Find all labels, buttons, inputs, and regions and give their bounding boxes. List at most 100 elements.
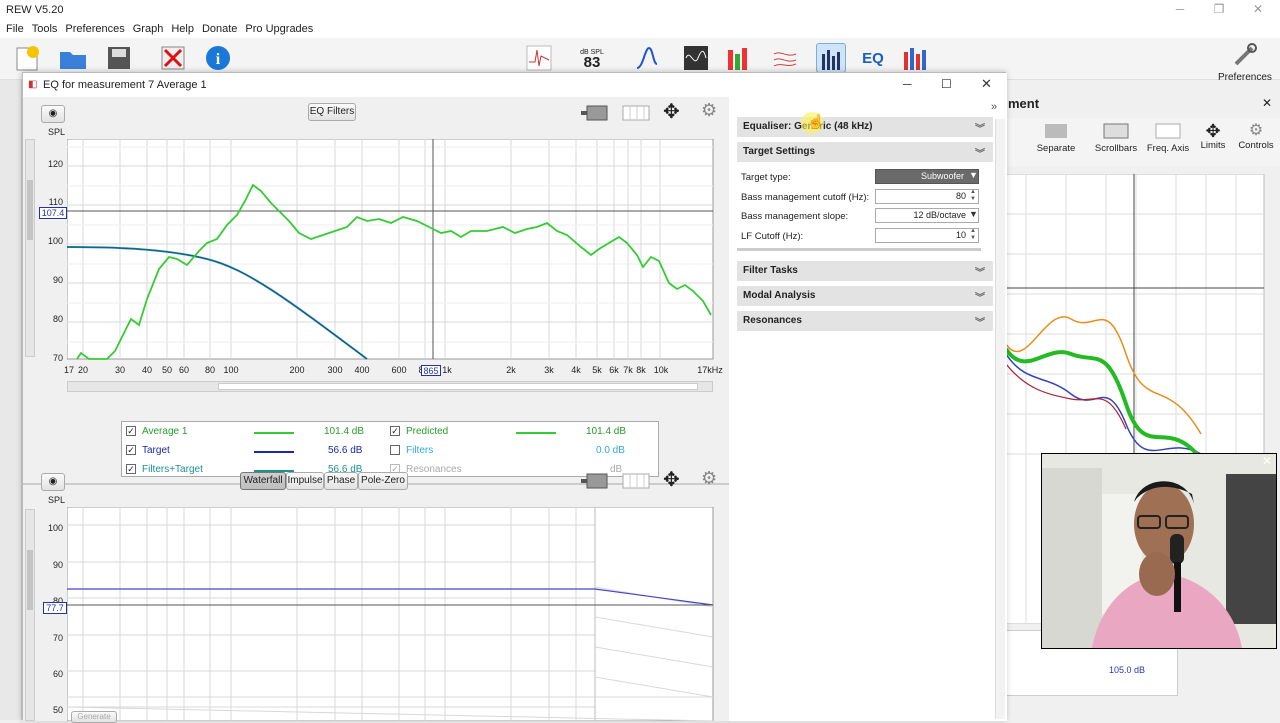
lf-cutoff-input[interactable]: 10 — [875, 228, 979, 243]
upper-vertical-scrollbar[interactable] — [25, 139, 35, 357]
y-tick-100: 100 — [47, 236, 63, 246]
webcam-overlay: ✕ — [1041, 453, 1277, 649]
eq-minimize-button[interactable]: ─ — [903, 77, 912, 91]
legend-checkbox-target[interactable]: ✓ — [126, 445, 136, 455]
overlay-icon[interactable] — [770, 43, 800, 73]
webcam-close-icon[interactable]: ✕ — [1262, 454, 1272, 468]
bass-management-cutoff-spinner-icon[interactable]: ▲ ▼ — [970, 189, 976, 203]
background-window-title: ment — [1008, 96, 1040, 111]
legend-name-target: Target — [142, 445, 170, 456]
room-sim-icon[interactable] — [899, 43, 929, 73]
menu-donate[interactable]: Donate — [198, 20, 241, 38]
legend-checkbox-filters[interactable] — [390, 445, 400, 455]
lower-camera-icon[interactable]: ◉ — [41, 473, 65, 491]
y-tick-110: 110 — [48, 197, 63, 207]
tab-impulse[interactable]: Impulse — [286, 472, 324, 490]
x-tick-600: 600 — [391, 365, 407, 375]
tab-phase[interactable]: Phase — [324, 472, 358, 490]
scrollbars-toggle-icon[interactable] — [581, 103, 613, 123]
eq-curve-icon[interactable] — [632, 43, 662, 73]
legend-checkbox-predicted[interactable]: ✓ — [390, 426, 400, 436]
impulse-icon[interactable] — [524, 43, 554, 73]
lower-scrollbars-toggle-icon[interactable] — [581, 471, 613, 491]
graph-settings-gear-icon[interactable]: ⚙ — [701, 100, 717, 121]
legend-name-filters: Filters — [406, 445, 434, 456]
legend-checkbox-filters-target[interactable]: ✓ — [126, 464, 136, 474]
eq-maximize-button[interactable]: ☐ — [941, 77, 952, 91]
freq-axis-button[interactable]: Freq. Axis — [1146, 122, 1190, 154]
eq-filters-button[interactable]: EQ Filters — [308, 103, 356, 121]
eq-close-button[interactable]: ✕ — [981, 76, 992, 92]
scrollbars-button[interactable]: Scrollbars — [1094, 122, 1138, 154]
upper-horizontal-scrollbar[interactable] — [67, 381, 713, 392]
bass-management-slope-dropdown-icon[interactable]: ▼ — [969, 209, 978, 219]
waterfall-icon[interactable] — [816, 43, 846, 73]
maximize-button[interactable]: ❐ — [1209, 2, 1229, 18]
menu-pro-upgrades[interactable]: Pro Upgrades — [241, 20, 317, 38]
lower-vertical-scrollbar[interactable] — [25, 509, 35, 721]
limits-icon[interactable]: ✥ — [663, 99, 680, 124]
generate-button[interactable]: Generate — [71, 711, 117, 723]
lower-graph-settings-gear-icon[interactable]: ⚙ — [701, 468, 717, 489]
settings-scrollbar[interactable] — [995, 119, 1005, 719]
tab-waterfall[interactable]: Waterfall — [240, 472, 286, 490]
target-type-select[interactable]: Subwoofer — [875, 169, 979, 184]
lower-limits-icon[interactable]: ✥ — [663, 467, 680, 492]
legend-checkbox-average-1[interactable]: ✓ — [126, 426, 136, 436]
scope-icon[interactable] — [681, 43, 711, 73]
x-tick-80: 80 — [204, 365, 216, 375]
x-tick-40: 40 — [141, 365, 153, 375]
close-button[interactable]: ✕ — [1248, 2, 1268, 18]
lf-cutoff-label: LF Cutoff (Hz): — [741, 231, 804, 242]
lf-cutoff-spinner-icon[interactable]: ▲ ▼ — [970, 228, 976, 242]
new-measurement-icon[interactable] — [12, 43, 42, 73]
x-tick-200: 200 — [289, 365, 305, 375]
upper-graph-ylabel: SPL — [48, 127, 66, 137]
preferences-icon[interactable] — [1226, 42, 1260, 71]
menu-tools[interactable]: Tools — [28, 20, 62, 38]
spl-meter-value: 83 — [583, 54, 601, 71]
menu-graph[interactable]: Graph — [129, 20, 168, 38]
background-window-close-icon[interactable]: ✕ — [1262, 96, 1272, 110]
x-tick-2k: 2k — [506, 365, 516, 375]
tab-pole-zero[interactable]: Pole-Zero — [358, 472, 408, 490]
save-icon[interactable] — [104, 43, 134, 73]
limits-button[interactable]: ✥ Limits — [1196, 122, 1230, 151]
section-filter-tasks[interactable]: Filter Tasks ︾ — [737, 261, 993, 281]
spl-meter-icon[interactable]: dB SPL 83 — [576, 43, 608, 73]
y-tick-70: 70 — [52, 353, 63, 363]
x-tick-10k: 10k — [653, 365, 669, 375]
target-settings-scrollbar[interactable] — [737, 248, 981, 251]
open-folder-icon[interactable] — [58, 43, 88, 73]
target-type-dropdown-icon[interactable]: ▼ — [969, 170, 978, 180]
section-resonances[interactable]: Resonances ︾ — [737, 311, 993, 331]
section-modal-analysis[interactable]: Modal Analysis ︾ — [737, 286, 993, 306]
freq-axis-toggle-icon[interactable] — [621, 103, 653, 123]
legend-swatch-target — [254, 451, 294, 453]
bass-management-cutoff-input[interactable]: 80 — [875, 189, 979, 204]
legend-value-filters: 0.0 dB — [596, 445, 625, 456]
controls-button[interactable]: ⚙ Controls — [1234, 122, 1278, 151]
info-icon[interactable]: i — [203, 43, 233, 73]
menu-file[interactable]: File — [0, 20, 28, 38]
lower-freq-axis-toggle-icon[interactable] — [621, 471, 653, 491]
y-tick-90: 90 — [52, 275, 63, 285]
eq-icon[interactable]: EQ — [858, 43, 888, 73]
section-equaliser[interactable]: Equaliser: Generic (48 kHz)︾ — [737, 117, 993, 137]
separate-button[interactable]: Separate — [1036, 122, 1076, 154]
legend-row-target: ✓ Target 56.6 dB — [126, 443, 376, 462]
app-titlebar: REW V5.20 ─ ❐ ✕ — [0, 0, 1280, 20]
rta-icon[interactable] — [723, 43, 753, 73]
section-target-settings[interactable]: Target Settings ︾ — [737, 142, 993, 162]
camera-icon[interactable]: ◉ — [41, 105, 65, 123]
lower-y-tick-60: 60 — [52, 669, 63, 679]
menu-help[interactable]: Help — [167, 20, 198, 38]
legend-row-predicted: ✓ Predicted 101.4 dB — [390, 424, 652, 443]
bass-management-slope-select[interactable]: 12 dB/octave — [875, 208, 979, 223]
separate-label: Separate — [1036, 143, 1076, 154]
menu-preferences[interactable]: Preferences — [61, 20, 128, 38]
minimize-button[interactable]: ─ — [1170, 2, 1190, 18]
collapse-panel-icon[interactable]: » — [991, 101, 997, 113]
background-value-readout: 105.0 dB — [1109, 665, 1146, 675]
delete-measurement-icon[interactable] — [158, 43, 188, 73]
